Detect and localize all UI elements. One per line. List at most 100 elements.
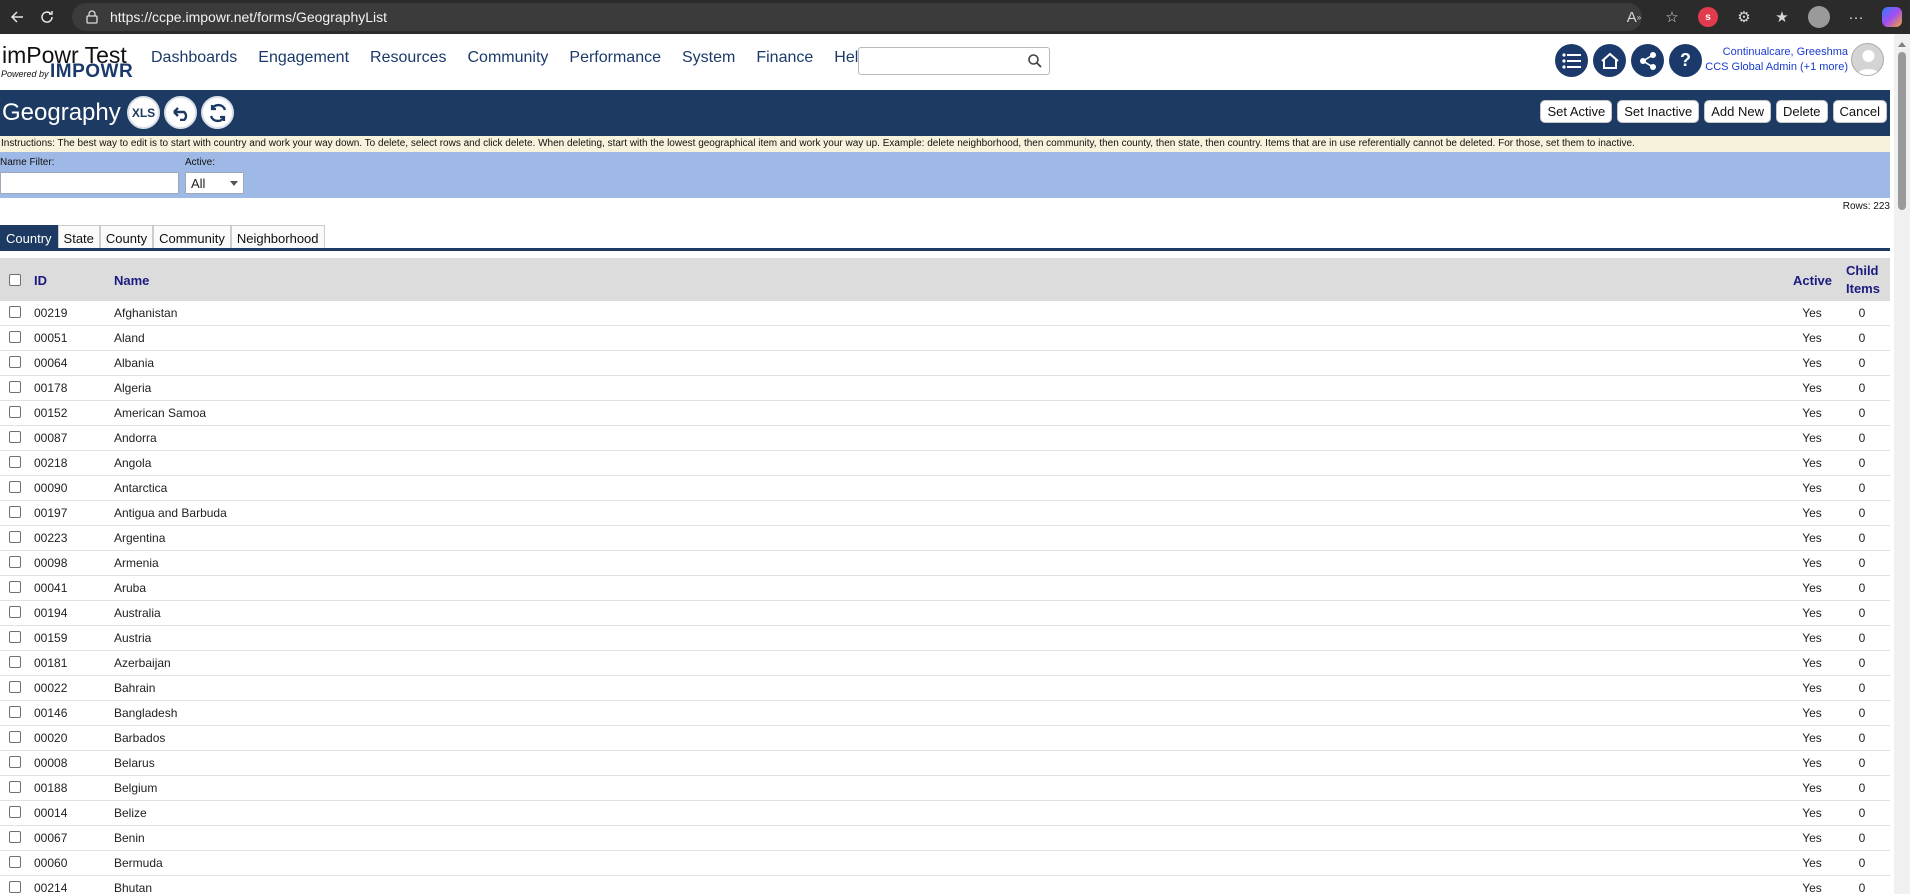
row-checkbox[interactable] xyxy=(9,881,21,893)
row-checkbox[interactable] xyxy=(9,306,21,318)
row-checkbox[interactable] xyxy=(9,381,21,393)
share-icon[interactable] xyxy=(1631,44,1664,77)
address-bar[interactable]: https://ccpe.impowr.net/forms/GeographyL… xyxy=(72,3,1642,31)
puzzle-extensions-icon[interactable]: ⚙ xyxy=(1732,5,1756,29)
home-icon[interactable] xyxy=(1593,44,1626,77)
profile-icon[interactable] xyxy=(1808,6,1830,28)
cancel-button[interactable]: Cancel xyxy=(1832,100,1887,123)
table-row[interactable]: 00090 Antarctica Yes 0 xyxy=(0,476,1890,501)
tab-community[interactable]: Community xyxy=(153,225,231,250)
favorites-list-icon[interactable]: ★ xyxy=(1770,5,1794,29)
name-filter-input[interactable] xyxy=(0,172,179,194)
tab-country[interactable]: Country xyxy=(0,225,58,250)
row-checkbox[interactable] xyxy=(9,706,21,718)
table-row[interactable]: 00219 Afghanistan Yes 0 xyxy=(0,301,1890,326)
refresh-icon[interactable] xyxy=(30,0,64,34)
table-row[interactable]: 00064 Albania Yes 0 xyxy=(0,351,1890,376)
table-row[interactable]: 00218 Angola Yes 0 xyxy=(0,451,1890,476)
avatar[interactable] xyxy=(1851,43,1884,76)
row-checkbox[interactable] xyxy=(9,631,21,643)
nav-engagement[interactable]: Engagement xyxy=(258,49,349,67)
table-row[interactable]: 00214 Bhutan Yes 0 xyxy=(0,876,1890,894)
page-scrollbar[interactable] xyxy=(1894,34,1910,894)
more-menu-icon[interactable]: ··· xyxy=(1844,5,1868,29)
table-row[interactable]: 00188 Belgium Yes 0 xyxy=(0,776,1890,801)
table-row[interactable]: 00146 Bangladesh Yes 0 xyxy=(0,701,1890,726)
row-checkbox[interactable] xyxy=(9,831,21,843)
back-arrow-icon[interactable] xyxy=(0,0,34,34)
menu-list-icon[interactable] xyxy=(1555,44,1588,77)
user-role[interactable]: CCS Global Admin (+1 more) xyxy=(1680,60,1848,75)
delete-button[interactable]: Delete xyxy=(1775,100,1828,123)
user-info[interactable]: Continualcare, Greeshma CCS Global Admin… xyxy=(1680,45,1848,75)
row-checkbox[interactable] xyxy=(9,731,21,743)
table-row[interactable]: 00159 Austria Yes 0 xyxy=(0,626,1890,651)
row-checkbox[interactable] xyxy=(9,481,21,493)
nav-dashboards[interactable]: Dashboards xyxy=(151,49,237,67)
row-checkbox[interactable] xyxy=(9,756,21,768)
row-checkbox[interactable] xyxy=(9,606,21,618)
table-row[interactable]: 00067 Benin Yes 0 xyxy=(0,826,1890,851)
nav-performance[interactable]: Performance xyxy=(569,49,661,67)
table-row[interactable]: 00014 Belize Yes 0 xyxy=(0,801,1890,826)
row-checkbox[interactable] xyxy=(9,531,21,543)
search-input[interactable] xyxy=(858,47,1050,75)
table-row[interactable]: 00008 Belarus Yes 0 xyxy=(0,751,1890,776)
row-checkbox[interactable] xyxy=(9,556,21,568)
brand-logo[interactable]: IMPOWR xyxy=(50,61,133,83)
copilot-icon[interactable] xyxy=(1882,7,1902,27)
row-checkbox[interactable] xyxy=(9,456,21,468)
row-checkbox[interactable] xyxy=(9,506,21,518)
row-checkbox[interactable] xyxy=(9,431,21,443)
row-checkbox[interactable] xyxy=(9,356,21,368)
column-header-id[interactable]: ID xyxy=(34,273,47,288)
table-row[interactable]: 00051 Aland Yes 0 xyxy=(0,326,1890,351)
row-checkbox[interactable] xyxy=(9,406,21,418)
column-header-name[interactable]: Name xyxy=(114,273,149,288)
row-checkbox[interactable] xyxy=(9,681,21,693)
row-checkbox[interactable] xyxy=(9,856,21,868)
table-row[interactable]: 00041 Aruba Yes 0 xyxy=(0,576,1890,601)
favorite-star-icon[interactable]: ☆ xyxy=(1660,5,1684,29)
table-row[interactable]: 00020 Barbados Yes 0 xyxy=(0,726,1890,751)
search-icon[interactable] xyxy=(1027,53,1043,69)
table-row[interactable]: 00178 Algeria Yes 0 xyxy=(0,376,1890,401)
tab-county[interactable]: County xyxy=(99,225,154,250)
column-header-child[interactable]: Child xyxy=(1846,263,1879,278)
select-all-checkbox[interactable] xyxy=(9,274,21,286)
set-active-button[interactable]: Set Active xyxy=(1540,100,1613,123)
set-inactive-button[interactable]: Set Inactive xyxy=(1617,100,1700,123)
row-checkbox[interactable] xyxy=(9,581,21,593)
row-checkbox[interactable] xyxy=(9,656,21,668)
column-header-items[interactable]: Items xyxy=(1846,281,1880,296)
row-checkbox[interactable] xyxy=(9,806,21,818)
nav-finance[interactable]: Finance xyxy=(756,49,813,67)
table-row[interactable]: 00197 Antigua and Barbuda Yes 0 xyxy=(0,501,1890,526)
tab-state[interactable]: State xyxy=(57,225,100,250)
column-header-active[interactable]: Active xyxy=(1793,273,1832,288)
nav-community[interactable]: Community xyxy=(468,49,549,67)
sync-icon[interactable] xyxy=(201,96,234,129)
table-row[interactable]: 00098 Armenia Yes 0 xyxy=(0,551,1890,576)
nav-resources[interactable]: Resources xyxy=(370,49,446,67)
table-row[interactable]: 00194 Australia Yes 0 xyxy=(0,601,1890,626)
table-row[interactable]: 00022 Bahrain Yes 0 xyxy=(0,676,1890,701)
table-row[interactable]: 00181 Azerbaijan Yes 0 xyxy=(0,651,1890,676)
nav-system[interactable]: System xyxy=(682,49,735,67)
undo-icon[interactable] xyxy=(164,96,197,129)
read-aloud-icon[interactable]: A» xyxy=(1622,5,1646,29)
table-row[interactable]: 00152 American Samoa Yes 0 xyxy=(0,401,1890,426)
extension-icon[interactable]: s xyxy=(1698,7,1718,27)
table-row[interactable]: 00087 Andorra Yes 0 xyxy=(0,426,1890,451)
active-filter-select[interactable]: All xyxy=(185,172,244,194)
tab-neighborhood[interactable]: Neighborhood xyxy=(230,225,325,250)
add-new-button[interactable]: Add New xyxy=(1704,100,1771,123)
table-row[interactable]: 00060 Bermuda Yes 0 xyxy=(0,851,1890,876)
xls-export-icon[interactable]: XLS xyxy=(127,96,160,129)
table-row[interactable]: 00223 Argentina Yes 0 xyxy=(0,526,1890,551)
row-checkbox[interactable] xyxy=(9,331,21,343)
user-name[interactable]: Continualcare, Greeshma xyxy=(1680,45,1848,60)
scroll-up-icon[interactable] xyxy=(1898,42,1906,47)
scroll-thumb[interactable] xyxy=(1898,52,1906,210)
row-checkbox[interactable] xyxy=(9,781,21,793)
